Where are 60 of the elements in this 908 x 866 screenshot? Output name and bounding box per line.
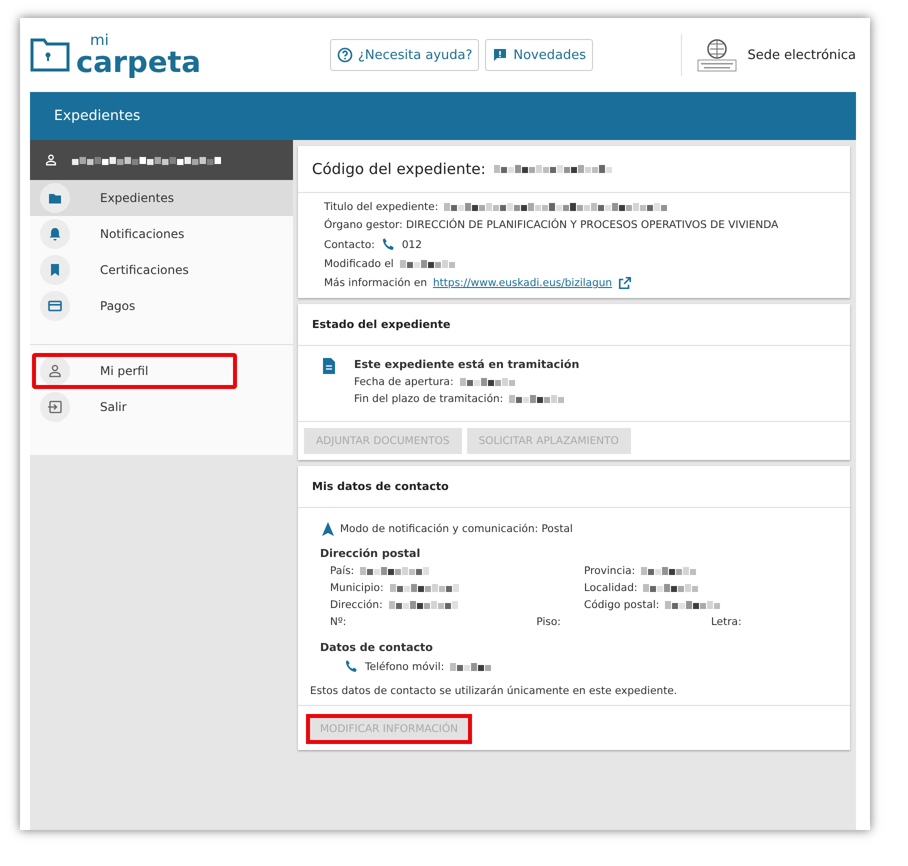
notification-mode: Modo de notificación y comunicación: Postal — [340, 523, 573, 535]
logo-text: carpeta — [76, 48, 201, 77]
redacted-mark — [360, 567, 430, 575]
redacted-mark — [509, 395, 566, 403]
banner-title: Expedientes — [54, 108, 140, 124]
field-label: Municipio: — [330, 582, 384, 594]
sidebar-item[interactable]: Notificaciones — [30, 216, 293, 252]
field-label: Teléfono móvil: — [365, 660, 444, 672]
help-icon — [337, 47, 353, 63]
folder-logo-icon — [30, 37, 70, 73]
field-label: Contacto: — [324, 238, 375, 250]
exit-icon — [47, 399, 63, 415]
section-title: Dirección postal — [319, 547, 422, 560]
field-label: País: — [330, 565, 354, 577]
redacted-mark — [400, 260, 456, 268]
emblem-icon — [696, 38, 738, 72]
card-title: Código del expediente: — [312, 160, 486, 178]
sidebar-item[interactable]: Salir — [30, 389, 293, 425]
field-label: Modificado el — [324, 258, 394, 270]
note-text: Estos datos de contacto se utilizarán únicamente en este expediente. — [310, 685, 678, 697]
external-link-icon[interactable] — [618, 276, 632, 290]
field-label: Titulo del expediente: — [324, 201, 438, 213]
redacted-mark — [450, 662, 492, 670]
redacted-mark — [460, 378, 516, 386]
field-label: Piso: — [536, 616, 562, 628]
organo-text: Órgano gestor: DIRECCIÓN DE PLANIFICACIÓN Y PROCESOS OPERATIVOS DE VIVIENDA — [324, 219, 780, 231]
person-icon — [47, 363, 63, 379]
field-label: Provincia: — [584, 565, 636, 577]
field-label: Localidad: — [584, 582, 638, 594]
field-label: Nº: — [330, 616, 348, 628]
field-label: Más información en — [324, 277, 428, 289]
field-label: Dirección: — [330, 599, 383, 611]
field-label: Fin del plazo de tramitación: — [354, 393, 504, 405]
card-icon — [47, 298, 63, 314]
card-title: Mis datos de contacto — [312, 480, 449, 493]
contact-phone: 012 — [402, 238, 422, 250]
redacted-mark — [388, 601, 459, 609]
status-text: Este expediente está en tramitación — [354, 358, 580, 371]
section-title: Datos de contacto — [319, 641, 434, 654]
user-icon — [44, 153, 58, 167]
card-title: Estado del expediente — [312, 318, 450, 331]
header-button[interactable]: ¿Necesita ayuda? — [330, 39, 480, 71]
message-icon — [492, 47, 508, 63]
sede-link[interactable]: Sede electrónica — [748, 48, 856, 62]
navigation-arrow-icon — [322, 522, 334, 536]
sidebar-item[interactable]: Pagos — [30, 288, 293, 324]
phone-icon — [380, 237, 396, 252]
sidebar-item[interactable]: Mi perfil — [32, 353, 237, 389]
header-button[interactable]: Novedades — [485, 39, 593, 71]
field-label: Fecha de apertura: — [354, 376, 454, 388]
logo-text: mi — [89, 33, 110, 48]
field-label: Letra: — [711, 616, 743, 628]
info-link[interactable]: https://www.euskadi.eus/bizilagun — [433, 277, 612, 289]
field-label: Código postal: — [584, 599, 660, 611]
phone-icon — [344, 659, 359, 674]
document-icon — [322, 358, 336, 374]
redacted-mark — [390, 584, 460, 592]
sidebar-item[interactable]: Certificaciones — [30, 252, 293, 288]
sidebar-item[interactable]: Expedientes — [30, 180, 293, 216]
bell-icon — [47, 226, 63, 242]
